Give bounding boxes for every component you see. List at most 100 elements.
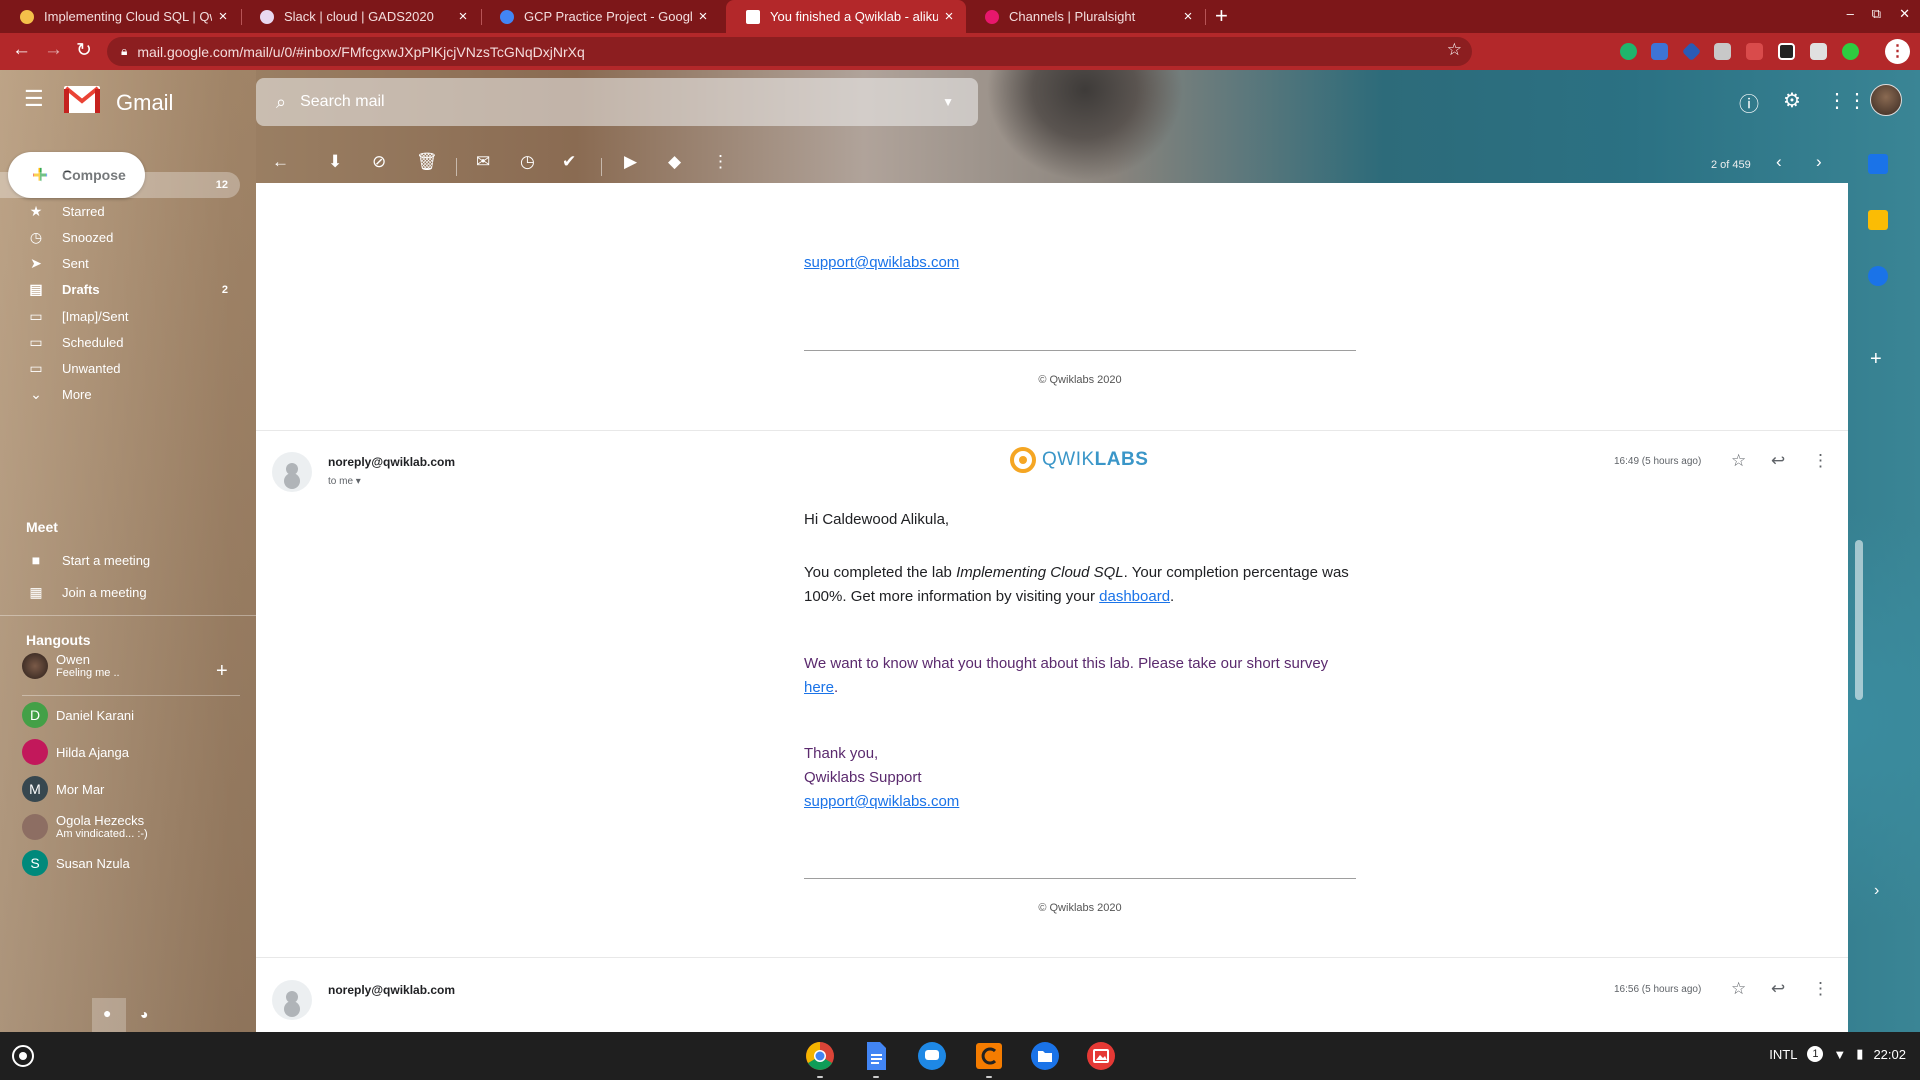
system-tray[interactable]: INTL 1 ▼ ▮ 22:02 — [1769, 1046, 1906, 1062]
search-input[interactable]: Search mail — [300, 93, 942, 111]
close-window-button[interactable]: ✕ — [1899, 6, 1910, 22]
search-bar[interactable]: ⌕ Search mail ▼ — [256, 78, 978, 126]
add-to-tasks-icon[interactable]: ✔ — [562, 152, 576, 172]
codeanywhere-app-icon[interactable] — [974, 1041, 1004, 1071]
start-meeting-link[interactable]: ■ Start a meeting — [0, 544, 240, 576]
extension-icon[interactable] — [1810, 43, 1827, 60]
sender-avatar[interactable] — [272, 980, 312, 1020]
sender-avatar[interactable] — [272, 452, 312, 492]
sidebar-item-inbox[interactable]: ▣ Inbox 12 — [0, 172, 240, 198]
sidebar-item-label: Starred — [62, 203, 105, 219]
settings-gear-icon[interactable]: ⚙ — [1783, 88, 1801, 113]
sidebar-item-unwanted[interactable]: ▭ Unwanted — [0, 355, 240, 381]
get-addons-icon[interactable]: + — [1870, 348, 1882, 371]
sidebar-item-label: Snoozed — [62, 229, 114, 245]
support-email-link[interactable]: support@qwiklabs.com — [804, 251, 1364, 275]
more-options-icon[interactable]: ⋮ — [1812, 451, 1829, 471]
mark-unread-icon[interactable]: ✉ — [476, 152, 490, 172]
docs-app-icon[interactable] — [861, 1041, 891, 1071]
adblock-extension-icon[interactable] — [1746, 43, 1763, 60]
extension-icon[interactable] — [1842, 43, 1859, 60]
extension-icon[interactable] — [1714, 43, 1731, 60]
keep-icon[interactable] — [1868, 210, 1888, 230]
search-options-icon[interactable]: ▼ — [942, 95, 954, 109]
sidebar-item-scheduled[interactable]: ▭ Scheduled — [0, 329, 240, 355]
new-tab-button[interactable]: + — [1215, 3, 1228, 29]
sidebar-item-sent[interactable]: ➤ Sent — [0, 251, 240, 277]
sender-name[interactable]: noreply@qwiklab.com — [328, 983, 455, 997]
close-tab-icon[interactable]: × — [692, 8, 714, 25]
toolbar-divider — [601, 158, 602, 176]
chrome-menu-icon[interactable]: ⋮ — [1885, 39, 1910, 64]
contacts-tab[interactable]: ● — [92, 998, 126, 1032]
delete-icon[interactable]: 🗑︎ — [416, 152, 438, 172]
running-indicator — [986, 1076, 992, 1078]
sender-name[interactable]: noreply@qwiklab.com — [328, 455, 455, 469]
expand-panel-icon[interactable]: › — [1874, 882, 1879, 900]
calendar-icon[interactable] — [1868, 154, 1888, 174]
older-icon[interactable]: › — [1816, 152, 1822, 172]
hangouts-contact[interactable]: D Daniel Karani — [22, 702, 134, 728]
join-meeting-link[interactable]: ▦ Join a meeting — [0, 576, 240, 608]
browser-tab[interactable]: Channels | Pluralsight × — [965, 0, 1205, 33]
tasks-icon[interactable] — [1868, 266, 1888, 286]
back-icon[interactable]: ← — [12, 39, 31, 61]
newer-icon[interactable]: ‹ — [1776, 152, 1782, 172]
messages-app-icon[interactable] — [917, 1041, 947, 1071]
close-tab-icon[interactable]: × — [452, 8, 474, 25]
browser-tab[interactable]: Implementing Cloud SQL | Qwikla × — [0, 0, 240, 33]
gallery-app-icon[interactable] — [1086, 1041, 1116, 1071]
restore-button[interactable]: ⧉ — [1872, 6, 1881, 22]
close-tab-icon[interactable]: × — [1177, 8, 1199, 25]
hangouts-contact[interactable]: M Mor Mar — [22, 776, 104, 802]
close-tab-icon[interactable]: × — [212, 8, 234, 25]
extension-icon[interactable] — [1651, 43, 1668, 60]
star-icon[interactable]: ☆ — [1731, 451, 1746, 471]
main-menu-icon[interactable]: ☰ — [24, 86, 44, 112]
search-icon[interactable]: ⌕ — [276, 92, 286, 113]
reload-icon[interactable]: ↻ — [76, 39, 92, 62]
grammarly-extension-icon[interactable] — [1620, 43, 1637, 60]
extension-icon[interactable] — [1778, 43, 1795, 60]
star-icon[interactable]: ☆ — [1731, 979, 1746, 999]
close-tab-icon[interactable]: × — [938, 8, 960, 25]
gmail-logo-icon[interactable] — [64, 86, 100, 113]
hangouts-contact[interactable]: Ogola Hezecks Am vindicated... :-) — [22, 813, 148, 840]
reply-icon[interactable]: ↩ — [1771, 979, 1785, 999]
minimize-button[interactable]: – — [1847, 6, 1854, 22]
reply-icon[interactable]: ↩ — [1771, 451, 1785, 471]
sidebar-item-drafts[interactable]: ▤ Drafts 2 — [0, 277, 240, 303]
recipient-details[interactable]: to me ▾ — [328, 476, 361, 487]
chrome-app-icon[interactable] — [805, 1041, 835, 1071]
more-options-icon[interactable]: ⋮ — [712, 152, 729, 172]
add-contact-icon[interactable]: + — [216, 660, 228, 683]
extension-icon[interactable] — [1681, 41, 1702, 62]
hangouts-contact[interactable]: Hilda Ajanga — [22, 739, 129, 765]
help-icon[interactable]: ⓘ — [1739, 88, 1759, 117]
sidebar-item-snoozed[interactable]: ◷ Snoozed — [0, 224, 240, 250]
bookmark-star-icon[interactable]: ☆ — [1447, 40, 1462, 60]
report-spam-icon[interactable]: ⊘ — [372, 152, 386, 172]
browser-tab[interactable]: GCP Practice Project - Google Do × — [480, 0, 720, 33]
back-to-inbox-icon[interactable]: ← — [272, 152, 289, 172]
hangouts-self[interactable]: Owen Feeling me .. — [22, 652, 120, 679]
address-bar[interactable]: 🔒︎ mail.google.com/mail/u/0/#inbox/FMfcg… — [107, 37, 1472, 66]
more-options-icon[interactable]: ⋮ — [1812, 979, 1829, 999]
move-to-icon[interactable]: ▶ — [624, 152, 637, 172]
archive-icon[interactable]: ⬇ — [328, 152, 342, 172]
sidebar-item-starred[interactable]: ★ Starred — [0, 198, 240, 224]
sidebar-item-more[interactable]: ⌄ More — [0, 382, 240, 408]
forward-icon[interactable]: → — [44, 39, 63, 61]
support-email-link[interactable]: support@qwiklabs.com — [804, 790, 1364, 814]
browser-tab[interactable]: Slack | cloud | GADS2020 × — [240, 0, 480, 33]
snooze-icon[interactable]: ◷ — [520, 152, 535, 172]
survey-link[interactable]: here — [804, 679, 834, 696]
sidebar-item-imap-sent[interactable]: ▭ [Imap]/Sent — [0, 303, 240, 329]
conversations-icon[interactable]: ◕ — [140, 1006, 148, 1022]
browser-tab-active[interactable]: You finished a Qwiklab - alikulac × — [726, 0, 966, 33]
labels-icon[interactable]: ◆ — [668, 152, 681, 172]
hangouts-contact[interactable]: S Susan Nzula — [22, 850, 130, 876]
launcher-icon[interactable] — [12, 1045, 34, 1067]
dashboard-link[interactable]: dashboard — [1099, 588, 1170, 605]
files-app-icon[interactable] — [1030, 1041, 1060, 1071]
